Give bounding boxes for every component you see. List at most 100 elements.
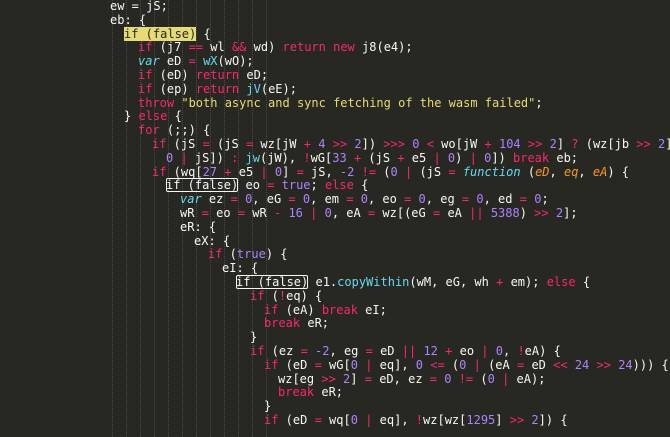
code-token: throw — [138, 95, 175, 110]
code-line[interactable]: throw "both async and sync fetching of t… — [138, 96, 543, 110]
code-line[interactable]: for (;;) { — [138, 123, 210, 137]
code-line[interactable]: if (false) eo = true; else { — [166, 178, 369, 193]
code-line[interactable]: } — [250, 330, 257, 344]
code-token: (ez — [264, 344, 301, 358]
code-token: (jS — [209, 137, 246, 151]
code-line[interactable]: 0 | jS]) : jw(jW), !wG[33 + (jS + e5 | 0… — [166, 151, 578, 165]
code-token: wq[ — [321, 413, 351, 427]
code-line[interactable]: if (!eq) { — [250, 289, 322, 303]
code-token: 0 — [390, 164, 398, 179]
code-line[interactable]: if (eD = wq[0 | eq], !wz[wz[1295] >> 2])… — [264, 413, 568, 427]
code-token: >> — [321, 371, 336, 386]
code-line[interactable]: eX: { — [194, 234, 230, 248]
code-line[interactable]: var ez = 0, eG = 0, em = 0, eo = 0, eg =… — [180, 192, 549, 206]
code-token: 24 — [618, 357, 633, 372]
code-line[interactable]: wz[eg >> 2] = eD, ez = 0 != (0 | eA); — [278, 372, 545, 386]
code-token: ) { — [607, 164, 630, 179]
code-token: var — [180, 192, 202, 207]
code-token: eD — [524, 357, 554, 372]
code-token: ( — [376, 164, 391, 179]
code-line[interactable]: if (ep) return jV(eE); — [138, 82, 297, 96]
code-token: jw — [245, 150, 260, 165]
code-token: eD; — [239, 68, 269, 82]
code-token: jS, — [303, 164, 340, 179]
code-token: e1. — [308, 275, 338, 289]
highlight-box: if (false) — [166, 178, 239, 193]
code-token: (ep) — [152, 81, 196, 96]
code-token: + — [303, 137, 311, 151]
code-token: jV — [246, 81, 261, 96]
code-token: eb; — [549, 150, 579, 165]
code-line[interactable]: if (wq[27 + e5 | 0] = jS, -2 != (0 | (jS… — [152, 165, 629, 179]
code-line[interactable]: } — [264, 399, 271, 413]
code-line[interactable]: eR: { — [180, 220, 216, 234]
code-token: ? — [571, 137, 579, 151]
code-line[interactable]: var eD = wX(wO); — [138, 54, 254, 68]
code-token: | — [473, 357, 481, 372]
indent-guide — [126, 0, 127, 437]
code-token: j8(e4); — [354, 40, 413, 55]
code-line[interactable]: if (eD) return eD; — [138, 68, 268, 82]
code-token: wR — [180, 206, 202, 220]
code-token: 2 — [555, 206, 564, 220]
code-token: else — [324, 178, 354, 193]
code-token: { — [353, 178, 369, 193]
code-line[interactable]: if (true) { — [208, 247, 288, 261]
code-token: + — [397, 150, 405, 165]
code-line[interactable]: wR = eo = wR - 16 | 0, eA = wz[(eG = eA … — [180, 206, 578, 220]
code-token: || — [401, 344, 417, 358]
code-line[interactable]: if (false) { — [124, 26, 211, 41]
code-line[interactable]: if (jS = (jS = wz[jW + 4 >> 2]) >>> 0 < … — [152, 137, 670, 151]
code-token: 0 — [487, 371, 495, 386]
code-token: break — [264, 316, 301, 331]
code-token: eq], — [372, 413, 416, 427]
code-token: | — [469, 150, 477, 165]
code-token: } — [250, 330, 258, 345]
code-line[interactable]: eb: { — [110, 13, 146, 27]
code-line[interactable]: eI: { — [222, 261, 258, 275]
code-token: << — [553, 357, 568, 372]
code-line[interactable]: if (eA) break eI; — [264, 303, 387, 317]
code-token: else — [138, 109, 168, 124]
code-token: if — [250, 288, 265, 303]
code-token: for — [138, 123, 160, 138]
code-line[interactable]: ew = jS; — [110, 0, 168, 13]
code-token: ]) — [491, 150, 513, 165]
code-token: -2 — [339, 164, 355, 179]
code-line[interactable]: break eR; — [264, 316, 329, 330]
code-token: | — [180, 150, 188, 165]
code-token: (jS — [361, 150, 398, 165]
code-token: = — [364, 371, 372, 386]
code-token: eD — [159, 54, 189, 69]
code-token: == — [188, 40, 204, 55]
code-token: (wz[jb — [578, 137, 637, 151]
code-line[interactable]: if (eD = wG[0 | eq], 0 <= (0 | (eA = eD … — [264, 358, 669, 372]
code-line[interactable]: if (false) e1.copyWithin(wM, eG, wh + em… — [236, 275, 590, 289]
code-line[interactable]: } else { — [124, 109, 182, 123]
code-token: < — [426, 137, 434, 151]
code-editor[interactable]: ew = jS; eb: {if (false) {if (j7 == wl &&… — [0, 0, 670, 437]
code-line[interactable]: if (ez = -2, eg = eD || 12 + eo | 0, !eA… — [250, 344, 561, 358]
code-token: = — [519, 192, 527, 207]
code-token: ! — [303, 150, 311, 165]
code-token: ))) { — [632, 357, 669, 372]
code-token: wo[jW — [433, 137, 485, 151]
code-line[interactable]: if (j7 == wl && wd) return new j8(e4); — [138, 40, 413, 54]
code-line[interactable]: break eR; — [278, 385, 343, 399]
code-token: { — [575, 275, 591, 289]
code-token: eI; — [357, 302, 387, 317]
code-token: break — [278, 385, 315, 400]
code-token: break — [513, 150, 550, 165]
code-token: eA) { — [524, 344, 561, 358]
code-token: && — [231, 40, 247, 55]
